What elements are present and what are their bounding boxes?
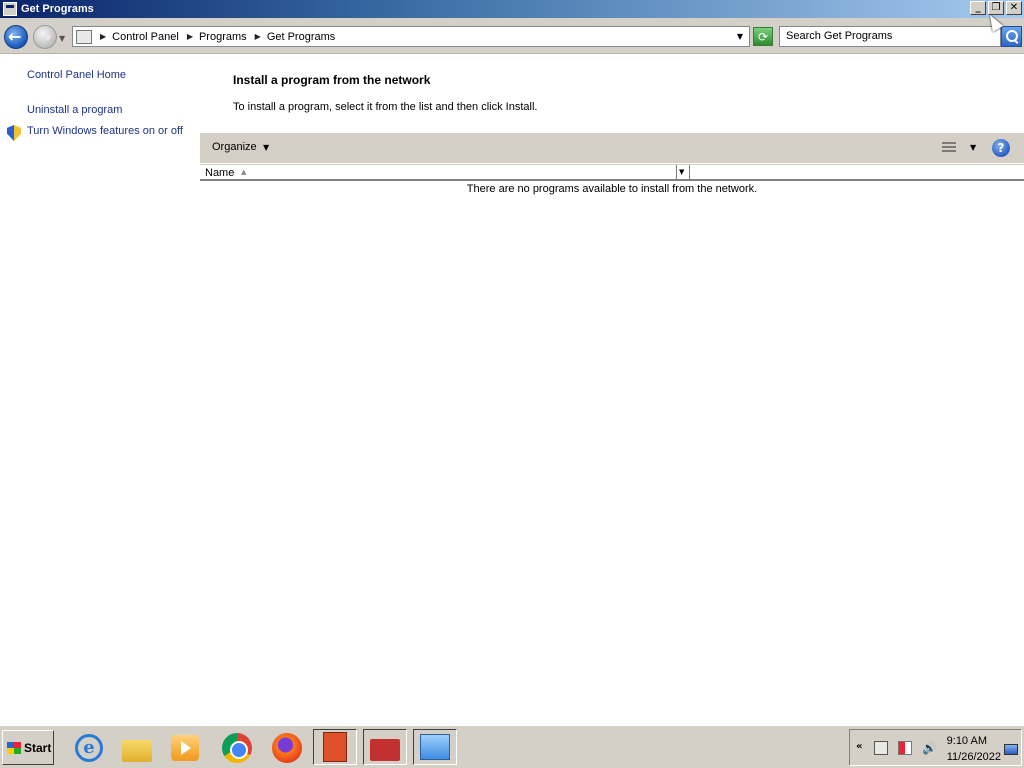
clock-date[interactable]: 11/26/2022 (947, 751, 1001, 763)
minimize-button[interactable]: _ (970, 1, 986, 15)
sort-ascending-icon: ▲ (241, 168, 247, 176)
breadcrumb-control-panel[interactable]: Control Panel (112, 31, 179, 43)
views-icon[interactable] (942, 142, 956, 154)
column-header-name[interactable]: Name (205, 167, 234, 179)
windows-features-link[interactable]: Turn Windows features on or off (27, 125, 183, 137)
column-header-row: Name ▲ ▼ (200, 164, 1024, 181)
show-desktop-icon[interactable] (1004, 744, 1018, 755)
system-tray: « 🔊 9:10 AM 11/26/2022 (849, 729, 1022, 766)
chevron-right-icon[interactable]: ▶ (255, 32, 261, 41)
organize-button[interactable]: Organize (212, 141, 257, 153)
window-app-icon[interactable] (3, 2, 17, 16)
chevron-right-icon[interactable]: ▶ (100, 32, 106, 41)
taskbar: Start e « 🔊 9:10 AM 11/26/2022 (0, 725, 1024, 768)
back-button[interactable] (4, 25, 28, 49)
title-bar: Get Programs _ ❐ ✕ (0, 0, 1024, 18)
breadcrumb-programs[interactable]: Programs (199, 31, 247, 43)
volume-icon[interactable]: 🔊 (922, 741, 937, 755)
refresh-button[interactable]: ⟳ (753, 27, 773, 46)
search-input[interactable]: Search Get Programs (779, 26, 1001, 47)
firefox-icon[interactable] (270, 732, 304, 764)
chevron-down-icon[interactable]: ▼ (679, 168, 684, 176)
control-panel-icon (76, 29, 92, 44)
control-panel-home-link[interactable]: Control Panel Home (27, 69, 126, 81)
views-dropdown-icon[interactable]: ▼ (970, 143, 976, 152)
window-title: Get Programs (21, 3, 94, 15)
action-center-flag-icon[interactable] (898, 741, 912, 755)
help-icon[interactable]: ? (992, 139, 1010, 157)
start-label: Start (24, 740, 52, 755)
breadcrumb-get-programs[interactable]: Get Programs (267, 31, 335, 43)
windows-explorer-icon[interactable] (120, 732, 154, 764)
shield-icon (7, 125, 21, 141)
clock-time[interactable]: 9:10 AM (947, 735, 987, 747)
show-hidden-icons-icon[interactable]: « (856, 741, 862, 752)
page-title: Install a program from the network (233, 73, 431, 87)
command-bar: Organize ▼ ▼ ? (200, 133, 1024, 163)
forward-button[interactable] (33, 25, 57, 49)
address-box[interactable]: ▶ Control Panel ▶ Programs ▶ Get Program… (72, 26, 750, 47)
control-panel-taskbar-icon[interactable] (413, 729, 457, 765)
instructions-text: To install a program, select it from the… (233, 101, 538, 113)
internet-explorer-icon[interactable]: e (72, 732, 106, 764)
red-app-icon[interactable] (313, 729, 357, 765)
chevron-right-icon[interactable]: ▶ (187, 32, 193, 41)
media-player-icon[interactable] (168, 732, 202, 764)
windows-logo-icon (7, 741, 21, 754)
uninstall-program-link[interactable]: Uninstall a program (27, 104, 122, 116)
empty-list-message: There are no programs available to insta… (466, 183, 758, 195)
address-dropdown-icon[interactable]: ▼ (737, 32, 743, 41)
chevron-down-icon[interactable]: ▼ (263, 143, 269, 152)
chrome-icon[interactable] (220, 732, 254, 764)
address-toolbar: ▼ ▶ Control Panel ▶ Programs ▶ Get Progr… (0, 18, 1024, 54)
start-button[interactable]: Start (2, 730, 54, 765)
toolbox-icon[interactable] (363, 729, 407, 765)
search-icon[interactable] (1001, 26, 1022, 47)
close-button[interactable]: ✕ (1006, 1, 1022, 15)
task-pane: Control Panel Home Uninstall a program T… (0, 55, 200, 725)
network-icon[interactable] (874, 741, 888, 755)
recent-pages-dropdown[interactable]: ▼ (59, 34, 65, 43)
